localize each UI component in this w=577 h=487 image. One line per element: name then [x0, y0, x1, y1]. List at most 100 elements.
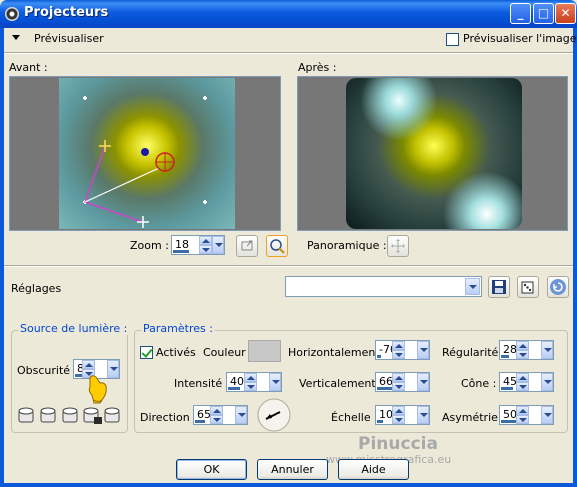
title-bar: Projecteurs _ □ ✕ — [0, 0, 577, 28]
vertical-dropdown-arrow-icon[interactable] — [417, 373, 429, 391]
zoom-tool-button[interactable] — [266, 235, 288, 257]
help-button[interactable]: Aide — [338, 459, 409, 480]
scale-label: Échelle : — [331, 411, 378, 424]
horizontal-up-arrow-icon[interactable] — [392, 341, 405, 350]
direction-dial[interactable] — [257, 398, 291, 432]
pan-button[interactable] — [387, 235, 409, 257]
light-source-3-icon[interactable] — [61, 405, 81, 425]
sharpness-dropdown-arrow-icon[interactable] — [541, 341, 553, 359]
image-preview-checkbox[interactable] — [446, 33, 459, 46]
light-source-group-title: Source de lumière : — [18, 322, 130, 335]
vertical-spinner[interactable]: 66 — [375, 372, 430, 392]
window-title: Projecteurs — [24, 5, 109, 20]
horizontal-level-bar — [377, 355, 381, 358]
save-preset-button[interactable] — [488, 276, 510, 298]
app-icon — [5, 7, 19, 21]
scale-spinner[interactable]: 10 — [375, 405, 430, 425]
cone-down-arrow-icon[interactable] — [516, 382, 529, 391]
random-preset-button[interactable] — [517, 276, 539, 298]
intensity-label: Intensité : — [174, 377, 230, 390]
window-border-bottom — [0, 483, 577, 487]
zoom-up-arrow-icon[interactable] — [199, 236, 212, 245]
horizontal-dropdown-arrow-icon[interactable] — [417, 341, 429, 359]
cone-dropdown-arrow-icon[interactable] — [541, 373, 553, 391]
intensity-dropdown-arrow-icon[interactable] — [269, 373, 281, 391]
after-preview-pane — [297, 76, 568, 231]
zoom-down-arrow-icon[interactable] — [199, 245, 212, 254]
zoom-spinner[interactable]: 18 — [171, 235, 225, 255]
zoom-fit-button[interactable] — [236, 235, 258, 257]
intensity-down-arrow-icon[interactable] — [244, 382, 257, 391]
light-source-5-icon[interactable] — [103, 405, 123, 425]
floppy-disk-icon — [492, 280, 506, 294]
light-source-overlay[interactable] — [59, 78, 235, 231]
magnifier-icon — [270, 239, 285, 254]
horizontal-label: Horizontalement : — [288, 346, 387, 359]
active-checkbox[interactable] — [140, 346, 153, 359]
darkness-label: Obscurité : — [17, 364, 78, 377]
minimize-button[interactable]: _ — [510, 3, 531, 24]
collapse-arrow-icon — [12, 35, 20, 40]
ok-button[interactable]: OK — [176, 459, 247, 480]
close-button[interactable]: ✕ — [555, 3, 576, 24]
asymmetry-up-arrow-icon[interactable] — [516, 406, 529, 415]
move-icon — [391, 239, 405, 253]
dice-icon — [521, 281, 534, 294]
sharpness-down-arrow-icon[interactable] — [516, 350, 529, 359]
reset-preset-button[interactable] — [547, 276, 569, 298]
before-preview-pane[interactable] — [9, 76, 281, 231]
darkness-dropdown-arrow-icon[interactable] — [107, 360, 119, 378]
divider-middle — [4, 265, 573, 267]
presets-dropdown[interactable] — [285, 276, 482, 297]
after-label: Après : — [298, 61, 337, 74]
scale-up-arrow-icon[interactable] — [392, 406, 405, 415]
after-image — [346, 78, 522, 229]
before-label: Avant : — [9, 61, 48, 74]
cone-spinner[interactable]: 45 — [499, 372, 554, 392]
active-label: Activés — [156, 346, 196, 359]
light-source-1-icon[interactable] — [17, 405, 37, 425]
intensity-level-bar — [228, 387, 240, 390]
pan-label: Panoramique : — [307, 239, 387, 252]
reset-arrow-icon — [550, 279, 566, 295]
direction-down-arrow-icon[interactable] — [210, 415, 223, 424]
intensity-spinner[interactable]: 40 — [226, 372, 282, 392]
presets-dropdown-arrow-icon[interactable] — [465, 278, 480, 295]
direction-spinner[interactable]: 65 — [193, 405, 248, 425]
vertical-up-arrow-icon[interactable] — [392, 373, 405, 382]
cone-label: Cône : — [461, 377, 497, 390]
sharpness-label: Régularité : — [442, 346, 506, 359]
vertical-label: Verticalement : — [299, 377, 383, 390]
expand-icon — [241, 240, 253, 251]
window-border-right — [573, 28, 577, 487]
cone-up-arrow-icon[interactable] — [516, 373, 529, 382]
scale-down-arrow-icon[interactable] — [392, 415, 405, 424]
cancel-button[interactable]: Annuler — [257, 459, 328, 480]
zoom-dropdown-arrow-icon[interactable] — [212, 236, 224, 254]
asymmetry-dropdown-arrow-icon[interactable] — [541, 406, 553, 424]
image-preview-label: Prévisualiser l'image — [463, 32, 577, 45]
asymmetry-down-arrow-icon[interactable] — [516, 415, 529, 424]
presets-label: Réglages — [11, 282, 62, 295]
darkness-up-arrow-icon[interactable] — [82, 360, 95, 369]
horizontal-spinner[interactable]: -70 — [375, 340, 430, 360]
horizontal-down-arrow-icon[interactable] — [392, 350, 405, 359]
direction-dropdown-arrow-icon[interactable] — [235, 406, 247, 424]
vertical-down-arrow-icon[interactable] — [392, 382, 405, 391]
cone-level-bar — [501, 387, 513, 390]
zoom-label: Zoom : — [130, 239, 169, 252]
maximize-button[interactable]: □ — [533, 3, 554, 24]
intensity-up-arrow-icon[interactable] — [244, 373, 257, 382]
parameters-group-title: Paramètres : — [141, 322, 215, 335]
direction-up-arrow-icon[interactable] — [210, 406, 223, 415]
watermark-name: Pinuccia — [358, 434, 438, 454]
hand-pointer-icon — [88, 375, 107, 404]
light-source-2-icon[interactable] — [39, 405, 59, 425]
color-swatch[interactable] — [248, 340, 281, 362]
scale-dropdown-arrow-icon[interactable] — [417, 406, 429, 424]
divider-top — [4, 52, 573, 54]
direction-label: Direction : — [140, 411, 197, 424]
asymmetry-spinner[interactable]: 500 — [499, 405, 554, 425]
sharpness-spinner[interactable]: 28 — [499, 340, 554, 360]
sharpness-up-arrow-icon[interactable] — [516, 341, 529, 350]
